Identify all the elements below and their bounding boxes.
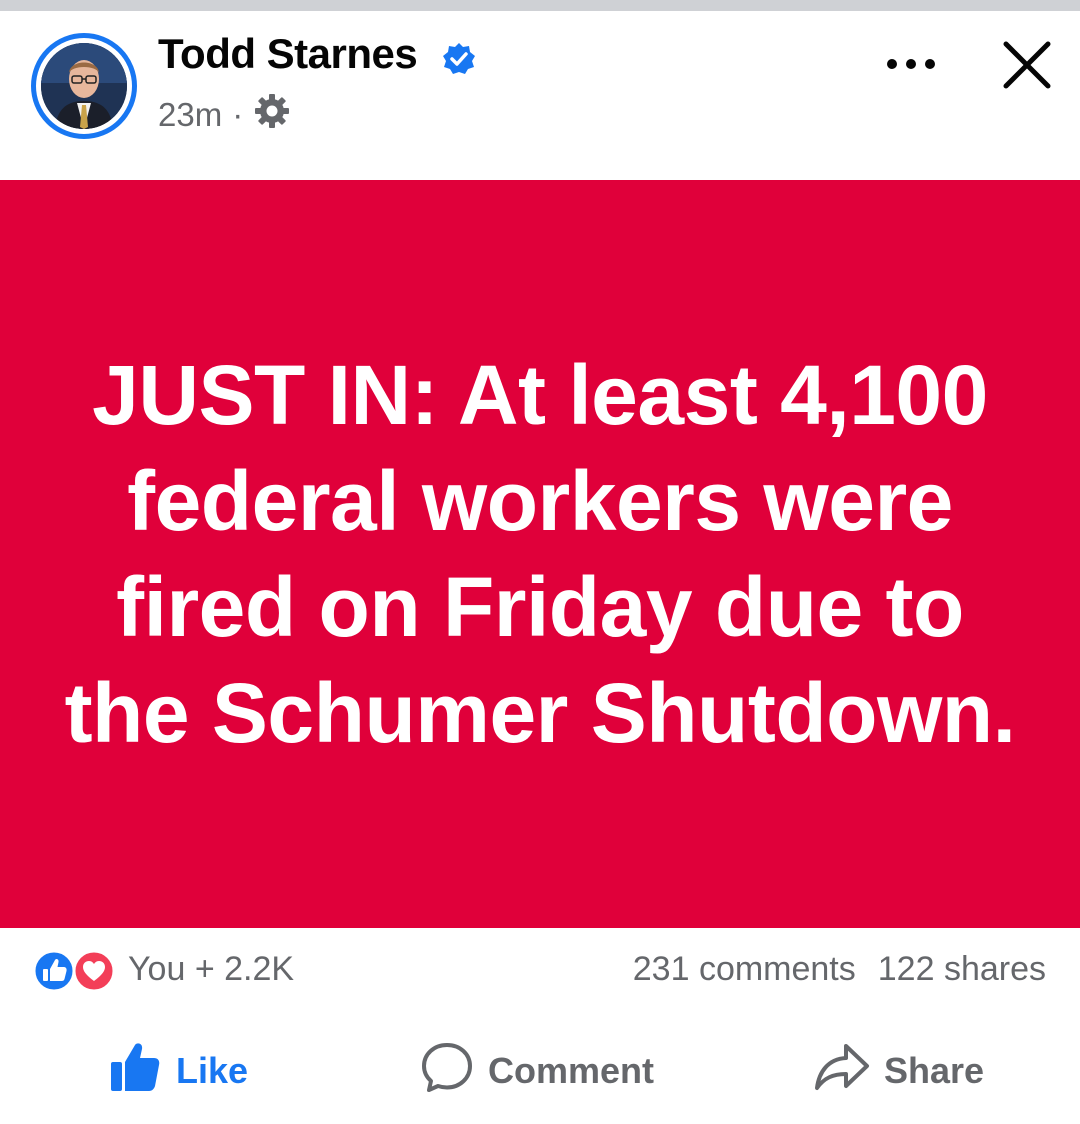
meta-separator: ·: [232, 96, 244, 133]
author-avatar[interactable]: [31, 33, 137, 139]
share-label: Share: [884, 1050, 985, 1091]
settings-gear-icon: [253, 92, 291, 138]
share-button[interactable]: Share: [814, 1038, 984, 1104]
comments-count[interactable]: 231 comments: [633, 950, 856, 988]
avatar-photo: [41, 43, 127, 129]
top-divider: [0, 0, 1080, 11]
comment-button[interactable]: Comment: [420, 1038, 654, 1104]
love-reaction-icon: [72, 949, 116, 993]
more-options-icon[interactable]: [884, 54, 944, 74]
like-reaction-icon: [32, 949, 76, 993]
shares-count[interactable]: 122 shares: [878, 950, 1046, 988]
reaction-icons[interactable]: [31, 948, 121, 994]
close-icon[interactable]: [1000, 38, 1054, 92]
reactions-summary[interactable]: You + 2.2K: [128, 950, 294, 989]
like-label: Like: [176, 1050, 249, 1091]
share-icon: [814, 1040, 870, 1103]
comment-icon: [420, 1040, 474, 1103]
engagement-counts: 231 comments 122 shares: [611, 950, 1046, 989]
post-headline: JUST IN: At least 4,100 federal workers …: [64, 348, 1016, 760]
post-image-banner[interactable]: JUST IN: At least 4,100 federal workers …: [0, 180, 1080, 928]
post-meta: 23m ·: [158, 92, 291, 138]
author-name[interactable]: Todd Starnes: [158, 30, 418, 78]
verified-badge-icon: [442, 42, 476, 81]
post-time[interactable]: 23m: [158, 96, 222, 134]
thumbs-up-icon: [108, 1040, 162, 1103]
like-button[interactable]: Like: [108, 1038, 248, 1104]
comment-label: Comment: [488, 1050, 655, 1091]
